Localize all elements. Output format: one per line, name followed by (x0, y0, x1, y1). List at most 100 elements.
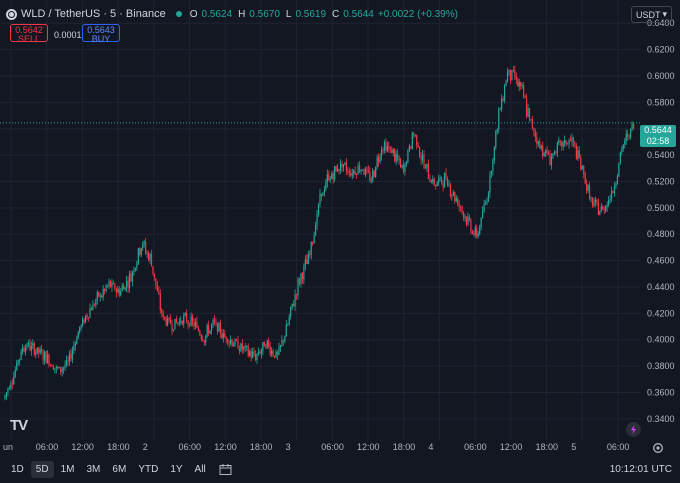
chart-area[interactable]: 0.64000.62000.60000.58000.56000.54000.52… (0, 0, 680, 483)
candle-body (540, 145, 542, 149)
candle-body (378, 157, 380, 163)
candle-body (364, 169, 367, 175)
candle-body (215, 321, 217, 323)
candle-body (354, 170, 356, 174)
candle-body (473, 233, 475, 235)
candle-body (8, 388, 10, 389)
candle-body (70, 353, 72, 360)
candle-body (309, 254, 311, 256)
candle-body (63, 367, 65, 370)
candle-body (165, 318, 167, 326)
candle-body (208, 325, 210, 334)
candle-body (492, 160, 494, 172)
gear-icon[interactable] (652, 441, 664, 453)
candle-body (414, 134, 416, 136)
candle-body (304, 259, 306, 267)
timeframe-6m[interactable]: 6M (107, 461, 131, 478)
candle-body (322, 192, 324, 197)
y-tick-label: 0.4800 (647, 229, 675, 239)
candle-body (572, 137, 575, 143)
candle-body (108, 280, 110, 287)
candle-body (105, 285, 107, 292)
close-key: C (332, 8, 340, 20)
candle-body (149, 253, 151, 261)
candle-body (64, 365, 66, 368)
x-tick-label: 2 (143, 442, 148, 452)
candle-body (45, 351, 47, 364)
candle-body (16, 362, 18, 370)
candle-body (203, 340, 205, 343)
candle-body (458, 204, 460, 207)
candle-body (562, 142, 564, 147)
candle-body (568, 140, 570, 144)
candle-body (420, 157, 422, 161)
candle-body (627, 133, 629, 137)
timeframe-3m[interactable]: 3M (82, 461, 106, 478)
candle-body (82, 319, 84, 326)
candle-body (225, 337, 227, 340)
candle-body (624, 140, 626, 145)
candle-body (501, 98, 503, 110)
candle-body (588, 184, 591, 199)
candle-body (439, 177, 441, 179)
timeframe-all[interactable]: All (190, 461, 211, 478)
candle-body (142, 243, 144, 249)
candle-body (5, 392, 8, 396)
candle-body (462, 211, 465, 218)
candle-body (287, 324, 289, 326)
high-key: H (238, 8, 246, 20)
clock[interactable]: 10:12:01 UTC (610, 464, 672, 475)
candle-body (187, 321, 189, 325)
price-chart[interactable]: 0.64000.62000.60000.58000.56000.54000.52… (0, 0, 680, 483)
timeframe-5d[interactable]: 5D (30, 461, 54, 478)
candle-body (386, 146, 388, 151)
candle-body (145, 241, 147, 254)
x-tick-label: 18:00 (393, 442, 416, 452)
candle-body (487, 192, 490, 201)
candle-body (495, 130, 497, 147)
candle-body (41, 349, 43, 353)
candle-body (193, 322, 195, 327)
candle-body (558, 140, 560, 143)
timeframe-ytd[interactable]: YTD (133, 461, 163, 478)
candle-body (547, 153, 550, 155)
x-tick-label: 4 (428, 442, 433, 452)
lightning-icon[interactable] (626, 422, 641, 437)
candle-body (80, 325, 82, 327)
candle-body (140, 248, 142, 255)
timeframe-1d[interactable]: 1D (6, 461, 29, 478)
candle-body (104, 289, 106, 292)
candle-body (143, 241, 145, 244)
candle-body (427, 163, 430, 179)
currency-select[interactable]: USDT ▾ (630, 6, 672, 23)
candle-body (496, 129, 498, 131)
candle-body (552, 153, 554, 157)
candle-body (273, 355, 276, 358)
candle-body (152, 266, 154, 274)
candle-body (250, 351, 252, 358)
candle-body (445, 172, 447, 179)
timeframe-1m[interactable]: 1M (56, 461, 80, 478)
candle-body (172, 329, 175, 331)
candle-body (571, 137, 573, 142)
y-tick-label: 0.5400 (647, 150, 675, 160)
candle-body (413, 133, 415, 136)
y-tick-label: 0.4600 (647, 256, 675, 266)
sell-button[interactable]: 0.5642 SELL (10, 24, 48, 44)
candle-body (467, 216, 469, 225)
candle-body (184, 313, 186, 316)
candle-body (587, 184, 589, 191)
buy-button[interactable]: 0.5643 BUY (82, 24, 120, 44)
candle-body (512, 70, 514, 71)
candle-body (269, 346, 271, 355)
timeframe-1y[interactable]: 1Y (165, 461, 187, 478)
calendar-icon[interactable] (219, 464, 232, 475)
tradingview-logo[interactable]: TV (10, 417, 28, 434)
candle-body (508, 69, 510, 72)
candle-body (398, 159, 400, 160)
candle-body (596, 199, 598, 203)
candle-body (575, 146, 577, 159)
candle-body (480, 217, 482, 228)
symbol-title[interactable]: WLD / TetherUS · 5 · Binance (21, 8, 166, 20)
candle-body (574, 142, 576, 147)
